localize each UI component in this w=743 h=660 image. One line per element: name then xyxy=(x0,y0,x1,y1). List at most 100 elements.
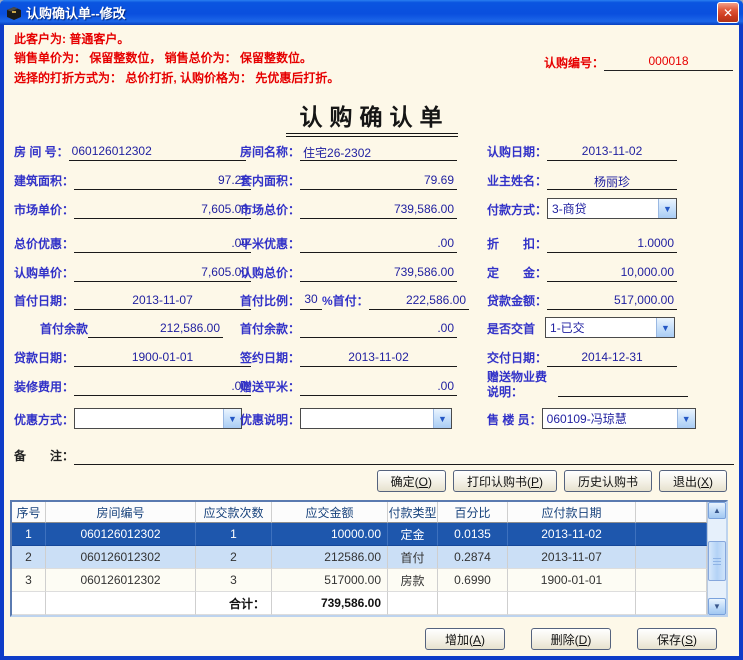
delivery-date-input[interactable]: 2014-12-31 xyxy=(547,349,677,367)
title-bar[interactable]: 认购确认单--修改 ✕ xyxy=(0,0,743,25)
field-discount-desc: 优惠说明： ▼ xyxy=(240,409,452,429)
field-label: 交付日期： xyxy=(487,349,547,367)
button-label: ) xyxy=(693,633,697,647)
table-cell: 1 xyxy=(12,523,46,546)
save-button[interactable]: 保存(S) xyxy=(637,628,717,650)
purchase-date-input[interactable]: 2013-11-02 xyxy=(547,143,677,161)
field-label: 说明： xyxy=(487,385,547,400)
field-discount-method: 优惠方式： ▼ xyxy=(14,409,242,429)
table-header-cell[interactable]: 应交款次数 xyxy=(196,502,272,523)
deposit-input[interactable]: 10,000.00 xyxy=(547,264,677,282)
first-paid-select[interactable]: 1-已交 ▼ xyxy=(545,317,675,338)
field-label: 首付余款： xyxy=(240,320,300,338)
build-area-input[interactable]: 97.25 xyxy=(74,172,251,190)
field-label: 赠送平米： xyxy=(240,378,300,396)
field-market-total-price: 市场总价： 739,586.00 xyxy=(240,199,457,219)
field-label: 房间名称： xyxy=(240,143,300,161)
discount-input[interactable]: 1.0000 xyxy=(547,235,677,253)
table-header-cell[interactable] xyxy=(636,502,707,523)
field-sqm-discount: 平米优惠： .00 xyxy=(240,233,457,253)
table-cell: 0.2874 xyxy=(438,546,508,569)
exit-button[interactable]: 退出(X) xyxy=(659,470,727,492)
table-cell: 定金 xyxy=(388,523,438,546)
table-cell xyxy=(636,592,707,615)
purchase-unit-price-input[interactable]: 7,605.00 xyxy=(74,264,251,282)
selected-value: 060109-冯琼慧 xyxy=(543,409,677,428)
loan-date-input[interactable]: 1900-01-01 xyxy=(74,349,251,367)
chevron-down-icon: ▼ xyxy=(658,199,676,218)
table-cell xyxy=(636,523,707,546)
gift-property-input[interactable] xyxy=(558,379,688,397)
table-row[interactable]: 20601260123022212586.00首付0.28742013-11-0… xyxy=(12,546,707,569)
scroll-up-icon[interactable]: ▲ xyxy=(708,502,726,519)
table-cell: 060126012302 xyxy=(46,546,196,569)
salesperson-select[interactable]: 060109-冯琼慧 ▼ xyxy=(542,408,696,429)
sqm-discount-input[interactable]: .00 xyxy=(300,235,457,253)
form-title-text: 认购确认单 xyxy=(286,104,458,137)
vertical-scrollbar[interactable]: ▲ ▼ xyxy=(707,502,726,615)
field-down-payment-rest2: 首付余款： .00 xyxy=(240,318,457,338)
history-button[interactable]: 历史认购书 xyxy=(564,470,652,492)
table-cell: 0.0135 xyxy=(438,523,508,546)
payment-method-select[interactable]: 3-商贷 ▼ xyxy=(547,198,677,219)
remarks-input[interactable] xyxy=(74,447,734,465)
print-confirmation-button[interactable]: 打印认购书(P) xyxy=(453,470,557,492)
window-icon xyxy=(6,5,22,21)
order-no-value[interactable]: 000018 xyxy=(604,54,733,71)
table-cell: 2 xyxy=(12,546,46,569)
scroll-down-icon[interactable]: ▼ xyxy=(708,598,726,615)
owner-name-input[interactable]: 杨丽珍 xyxy=(547,172,677,190)
table-header-cell[interactable]: 序号 xyxy=(12,502,46,523)
total-discount-input[interactable]: .00 xyxy=(74,235,251,253)
field-loan-date: 贷款日期： 1900-01-01 xyxy=(14,347,251,367)
delete-button[interactable]: 删除(D) xyxy=(531,628,611,650)
down-payment-ratio-input[interactable]: 30 xyxy=(300,292,322,310)
table-header-cell[interactable]: 百分比 xyxy=(438,502,508,523)
field-market-unit-price: 市场单价： 7,605.00 xyxy=(14,199,251,219)
confirm-button[interactable]: 确定(O) xyxy=(377,470,446,492)
down-payment-date-input[interactable]: 2013-11-07 xyxy=(74,292,251,310)
form-title: 认购确认单 xyxy=(4,98,739,132)
client-area: 此客户为: 普通客户。 销售单价为： 保留整数位， 销售总价为： 保留整数位。 … xyxy=(4,25,739,656)
notice-line-1: 此客户为: 普通客户。 xyxy=(14,30,129,47)
discount-method-select[interactable]: ▼ xyxy=(74,408,242,429)
button-label: 确定( xyxy=(391,475,419,489)
order-no-label: 认购编号： xyxy=(544,54,604,71)
decoration-fee-input[interactable]: .00 xyxy=(74,378,251,396)
scrollbar-thumb[interactable] xyxy=(708,541,726,581)
table-grid: 序号房间编号应交款次数应交金额付款类型百分比应付款日期 106012601230… xyxy=(12,502,707,615)
table-header-cell[interactable]: 应交金额 xyxy=(272,502,388,523)
scrollbar-track[interactable] xyxy=(708,519,726,598)
table-row[interactable]: 1060126012302110000.00定金0.01352013-11-02 xyxy=(12,523,707,546)
market-total-price-input[interactable]: 739,586.00 xyxy=(300,201,457,219)
close-button[interactable]: ✕ xyxy=(717,2,739,23)
table-row[interactable]: 30601260123023517000.00房款0.69901900-01-0… xyxy=(12,569,707,592)
purchase-total-price-input[interactable]: 739,586.00 xyxy=(300,264,457,282)
down-payment-amount-input[interactable]: 222,586.00 xyxy=(369,292,469,310)
table-header-cell[interactable]: 付款类型 xyxy=(388,502,438,523)
inner-area-input[interactable]: 79.69 xyxy=(300,172,457,190)
field-label: 市场单价： xyxy=(14,201,74,219)
button-label: 历史认购书 xyxy=(578,475,638,489)
field-remarks: 备 注： xyxy=(14,445,734,465)
notice-line-3: 选择的打折方式为： 总价打折, 认购价格为： 先优惠后打折。 xyxy=(14,69,339,86)
room-no-input[interactable]: 060126012302 xyxy=(69,143,246,161)
button-label: 增加( xyxy=(445,633,473,647)
down-payment-rest2-input[interactable]: .00 xyxy=(300,320,457,338)
table-header-cell[interactable]: 房间编号 xyxy=(46,502,196,523)
room-name-input[interactable]: 住宅26-2302 xyxy=(300,143,457,161)
gift-sqm-input[interactable]: .00 xyxy=(300,378,457,396)
discount-desc-select[interactable]: ▼ xyxy=(300,408,452,429)
table-cell: 1900-01-01 xyxy=(508,569,636,592)
loan-amount-input[interactable]: 517,000.00 xyxy=(547,292,677,310)
add-button[interactable]: 增加(A) xyxy=(425,628,505,650)
selected-value: 1-已交 xyxy=(546,318,656,337)
button-label: ) xyxy=(709,475,713,489)
down-payment-rest-input[interactable]: 212,586.00 xyxy=(88,320,223,338)
table-cell: 2013-11-02 xyxy=(508,523,636,546)
market-unit-price-input[interactable]: 7,605.00 xyxy=(74,201,251,219)
sign-date-input[interactable]: 2013-11-02 xyxy=(300,349,457,367)
field-label: 认购日期： xyxy=(487,143,547,161)
field-label: 认购总价： xyxy=(240,264,300,282)
table-header-cell[interactable]: 应付款日期 xyxy=(508,502,636,523)
